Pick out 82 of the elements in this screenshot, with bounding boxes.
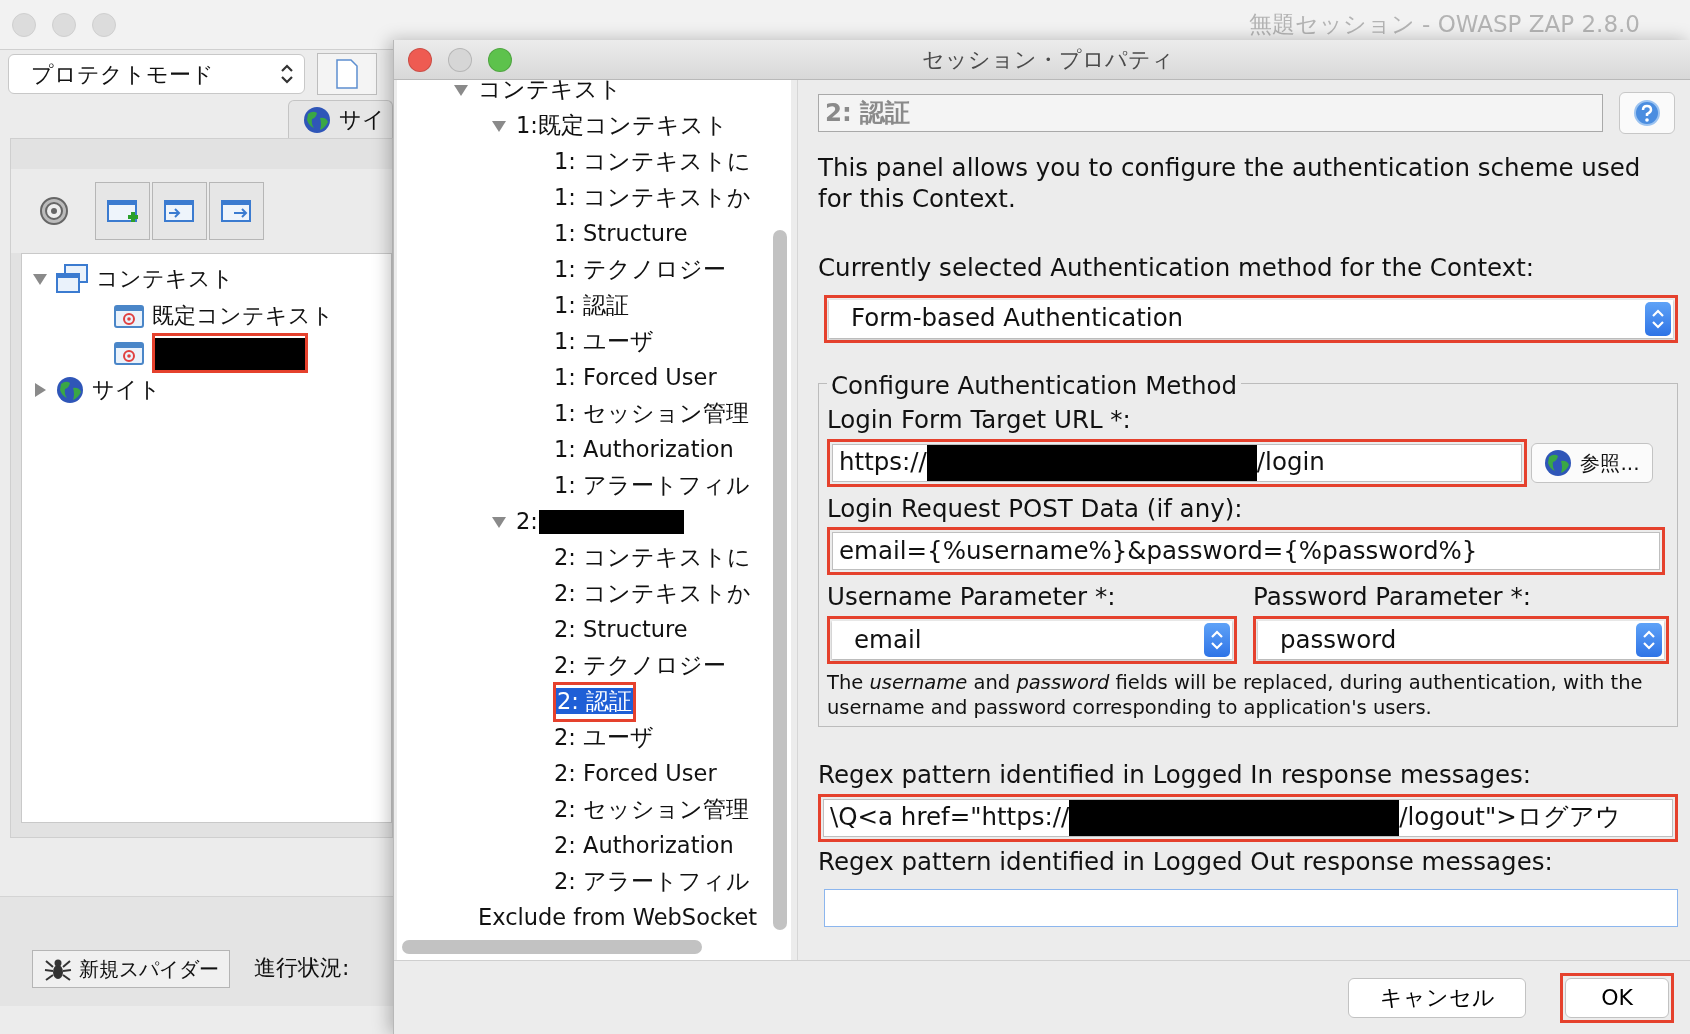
tree-item[interactable]: 2: 認証: [556, 688, 634, 715]
window-export-icon: [219, 197, 254, 225]
toolbar-button[interactable]: [317, 53, 377, 95]
tree-item[interactable]: 2: テクノロジー: [553, 649, 728, 683]
username-dropdown[interactable]: email: [832, 621, 1232, 659]
description-text: This panel allows you to configure the authentication scheme used for this Context.: [818, 152, 1642, 214]
mode-dropdown[interactable]: プロテクトモード: [8, 54, 305, 94]
login-url-field[interactable]: https:// /login: [832, 443, 1522, 482]
zoom-button[interactable]: [488, 47, 512, 72]
new-spider-button[interactable]: 新規スパイダー: [32, 950, 230, 988]
field-label: Currently selected Authentication method for the Context:: [818, 252, 1536, 284]
tree-item[interactable]: 2: Structure: [553, 613, 689, 647]
tree-item[interactable]: 1: Forced User: [553, 361, 718, 395]
context-icon: [114, 302, 144, 329]
collapse-triangle-icon[interactable]: [453, 82, 469, 98]
tree-item[interactable]: 1: コンテキストに: [553, 145, 753, 179]
collapse-triangle-icon[interactable]: [491, 118, 507, 134]
globe-icon: [56, 375, 84, 404]
cancel-button[interactable]: キャンセル: [1348, 977, 1526, 1018]
tree-item[interactable]: 既定コンテキスト: [152, 299, 334, 332]
tree-item[interactable]: コンテキスト: [96, 262, 234, 295]
scrollbar-thumb[interactable]: [402, 940, 702, 954]
globe-icon: [1544, 448, 1573, 477]
tree-item[interactable]: 2: Forced User: [553, 757, 718, 791]
tree-item[interactable]: 2: ユーザ: [553, 721, 656, 755]
progress-label: 進行状況:: [254, 954, 350, 982]
updown-icon: [280, 63, 294, 85]
tree-item[interactable]: 1:既定コンテキスト: [515, 109, 729, 143]
field-label: Login Request POST Data (if any):: [827, 492, 1244, 525]
tree-item[interactable]: 2: Authorization: [553, 829, 735, 863]
updown-icon: [1210, 629, 1224, 651]
tree-item[interactable]: 1: セッション管理: [553, 397, 751, 431]
auth-method-dropdown[interactable]: Form-based Authentication: [829, 299, 1673, 338]
tree-item[interactable]: 1: Structure: [553, 217, 689, 251]
field-label: Regex pattern identified in Logged Out response messages:: [818, 845, 1554, 878]
field-label: Password Parameter *:: [1253, 581, 1532, 614]
panel-title-field: 2: 認証: [818, 94, 1603, 132]
tree-item[interactable]: 2: アラートフィル: [553, 865, 752, 899]
tree-item[interactable]: コンテキスト: [477, 80, 623, 107]
target-icon: [39, 196, 69, 226]
field-label: Login Form Target URL *:: [827, 403, 1132, 436]
field-label: Regex pattern identified in Logged In response messages:: [818, 759, 1533, 791]
scrollbar-thumb[interactable]: [773, 230, 787, 930]
help-button[interactable]: [1619, 92, 1675, 134]
help-text: The username and password fields will be replaced, during authentication, with the username and password corresponding to application's users.: [827, 670, 1644, 720]
tree-item[interactable]: 1: テクノロジー: [553, 253, 728, 287]
tree-item[interactable]: 2: コンテキストに: [553, 541, 753, 575]
sites-tab[interactable]: サイ: [288, 100, 393, 138]
field-label: Username Parameter *:: [827, 581, 1117, 614]
updown-icon: [1642, 629, 1656, 651]
document-icon: [335, 59, 359, 89]
close-button[interactable]: [408, 47, 432, 72]
context-icon: [114, 339, 144, 366]
updown-icon: [1651, 307, 1665, 330]
tree-item[interactable]: 1: 認証: [553, 289, 631, 323]
windows-icon: [56, 263, 88, 294]
password-dropdown[interactable]: password: [1258, 621, 1664, 659]
toolbar-button[interactable]: [152, 182, 207, 240]
toolbar-button[interactable]: [95, 182, 150, 240]
tree-item[interactable]: Exclude from WebSocket: [477, 901, 759, 935]
window-import-icon: [162, 197, 197, 225]
logged-in-regex-field[interactable]: \Q<a href="https:// /logout">ログアウ: [823, 798, 1673, 837]
tree-item[interactable]: 1: アラートフィル: [553, 469, 752, 503]
logged-out-regex-field[interactable]: [824, 888, 1678, 927]
tree-item[interactable]: 2: セッション管理: [553, 793, 751, 827]
browse-button[interactable]: 参照...: [1531, 442, 1653, 483]
dialog-title: セッション・プロパティ: [921, 46, 1175, 74]
window-plus-icon: [105, 197, 140, 225]
tree-item[interactable]: 2:: [515, 505, 539, 539]
tree-item[interactable]: 1: Authorization: [553, 433, 735, 467]
tree-item[interactable]: 1: コンテキストか: [553, 181, 753, 215]
collapse-triangle-icon[interactable]: [491, 514, 507, 530]
globe-icon: [303, 105, 331, 134]
tree-item[interactable]: 2: コンテキストか: [553, 577, 753, 611]
post-data-field[interactable]: email={%username%}&password={%password%}: [832, 532, 1660, 571]
expand-triangle-icon[interactable]: [32, 381, 48, 398]
tree-item[interactable]: サイト: [92, 373, 161, 406]
toolbar-button[interactable]: [209, 182, 264, 240]
tree-item[interactable]: 1: ユーザ: [553, 325, 656, 359]
window-title: 無題セッション - OWASP ZAP 2.8.0: [1248, 10, 1641, 40]
ok-button[interactable]: OK: [1565, 977, 1669, 1018]
help-icon: [1633, 99, 1661, 127]
